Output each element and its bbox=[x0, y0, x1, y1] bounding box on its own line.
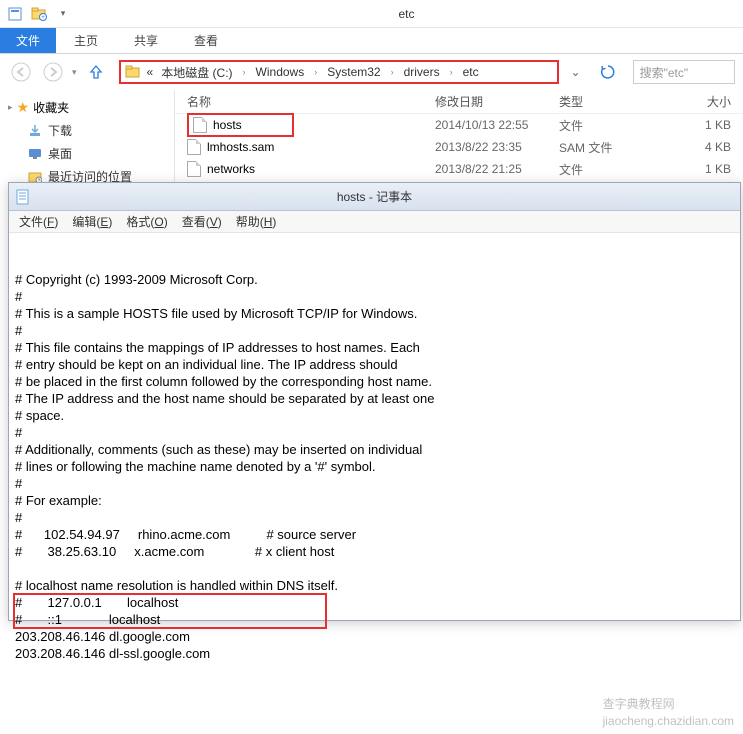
menu-item[interactable]: 查看(V) bbox=[176, 211, 228, 232]
col-header-type[interactable]: 类型 bbox=[559, 93, 669, 110]
notepad-body[interactable]: # Copyright (c) 1993-2009 Microsoft Corp… bbox=[9, 233, 740, 734]
star-icon: ★ bbox=[17, 99, 30, 116]
titlebar: + ▾ etc bbox=[0, 0, 743, 28]
address-dropdown-icon[interactable]: ⌄ bbox=[565, 65, 587, 79]
back-button[interactable] bbox=[8, 59, 34, 85]
nav-item-downloads[interactable]: 下载 bbox=[4, 119, 170, 142]
file-size: 1 KB bbox=[669, 162, 743, 176]
menu-item[interactable]: 文件(F) bbox=[13, 211, 64, 232]
file-name: networks bbox=[207, 162, 255, 176]
file-type: 文件 bbox=[559, 117, 669, 134]
file-name: hosts bbox=[213, 118, 242, 132]
refresh-button[interactable] bbox=[597, 61, 619, 83]
file-name: lmhosts.sam bbox=[207, 140, 274, 154]
nav-favorites-label: 收藏夹 bbox=[33, 99, 69, 116]
file-row[interactable]: hosts 2014/10/13 22:55文件1 KB bbox=[175, 114, 743, 136]
ribbon-tabs: 文件 主页 共享 查看 bbox=[0, 28, 743, 54]
file-icon bbox=[187, 139, 201, 155]
file-date: 2013/8/22 21:25 bbox=[435, 162, 559, 176]
file-type: 文件 bbox=[559, 161, 669, 178]
menu-item[interactable]: 帮助(H) bbox=[230, 211, 283, 232]
chevron-right-icon[interactable]: › bbox=[387, 67, 398, 77]
notepad-titlebar[interactable]: hosts - 记事本 bbox=[9, 183, 740, 211]
ribbon-file-tab[interactable]: 文件 bbox=[0, 28, 56, 53]
col-header-name[interactable]: 名称 bbox=[175, 93, 435, 110]
nav-item-desktop[interactable]: 桌面 bbox=[4, 142, 170, 165]
menu-item[interactable]: 格式(O) bbox=[120, 211, 173, 232]
svg-text:+: + bbox=[41, 15, 45, 21]
notepad-window: hosts - 记事本 文件(F)编辑(E)格式(O)查看(V)帮助(H) # … bbox=[8, 182, 741, 621]
chevron-right-icon[interactable]: › bbox=[239, 67, 250, 77]
chevron-right-icon[interactable]: › bbox=[310, 67, 321, 77]
highlight-annotation bbox=[13, 593, 327, 629]
forward-button[interactable] bbox=[40, 59, 66, 85]
properties-icon[interactable] bbox=[4, 3, 26, 25]
ribbon-tab-home[interactable]: 主页 bbox=[56, 28, 116, 53]
expand-icon[interactable]: ▸ bbox=[8, 102, 13, 113]
file-type: SAM 文件 bbox=[559, 139, 669, 156]
download-icon bbox=[28, 124, 42, 138]
file-size: 4 KB bbox=[669, 140, 743, 154]
search-placeholder: 搜索"etc" bbox=[640, 64, 689, 81]
highlight-annotation: hosts bbox=[187, 113, 294, 137]
file-size: 1 KB bbox=[669, 118, 743, 132]
col-header-date[interactable]: 修改日期 bbox=[435, 93, 559, 110]
breadcrumb-item[interactable]: System32 bbox=[325, 65, 382, 79]
desktop-icon bbox=[28, 147, 42, 161]
notepad-icon bbox=[15, 189, 31, 205]
ribbon-tab-view[interactable]: 查看 bbox=[176, 28, 236, 53]
recent-dropdown-icon[interactable]: ▾ bbox=[72, 67, 77, 78]
column-headers: 名称 修改日期 类型 大小 bbox=[175, 90, 743, 114]
folder-icon bbox=[125, 64, 141, 80]
notepad-title-text: hosts - 记事本 bbox=[337, 188, 412, 205]
col-header-size[interactable]: 大小 bbox=[669, 93, 743, 110]
file-date: 2014/10/13 22:55 bbox=[435, 118, 559, 132]
file-date: 2013/8/22 23:35 bbox=[435, 140, 559, 154]
up-button[interactable] bbox=[83, 59, 109, 85]
breadcrumb-prefix: « bbox=[145, 65, 156, 79]
file-row[interactable]: networks 2013/8/22 21:25文件1 KB bbox=[175, 158, 743, 180]
breadcrumb-item[interactable]: drivers bbox=[402, 65, 442, 79]
nav-favorites-header[interactable]: ▸ ★ 收藏夹 bbox=[4, 96, 170, 119]
qat-dropdown-icon[interactable]: ▾ bbox=[52, 3, 74, 25]
breadcrumb-item[interactable]: etc bbox=[461, 65, 481, 79]
window-title: etc bbox=[74, 7, 739, 21]
new-folder-icon[interactable]: + bbox=[28, 3, 50, 25]
menu-item[interactable]: 编辑(E) bbox=[66, 211, 118, 232]
chevron-right-icon[interactable]: › bbox=[446, 67, 457, 77]
notepad-menubar: 文件(F)编辑(E)格式(O)查看(V)帮助(H) bbox=[9, 211, 740, 233]
search-input[interactable]: 搜索"etc" bbox=[633, 60, 735, 84]
quick-access-toolbar: + ▾ bbox=[4, 3, 74, 25]
file-icon bbox=[193, 117, 207, 133]
file-row[interactable]: lmhosts.sam 2013/8/22 23:35SAM 文件4 KB bbox=[175, 136, 743, 158]
address-toolbar: ▾ « 本地磁盘 (C:)› Windows› System32› driver… bbox=[0, 54, 743, 90]
breadcrumb-bar[interactable]: « 本地磁盘 (C:)› Windows› System32› drivers›… bbox=[119, 60, 559, 84]
ribbon-tab-share[interactable]: 共享 bbox=[116, 28, 176, 53]
nav-item-label: 桌面 bbox=[48, 145, 72, 162]
breadcrumb-item[interactable]: 本地磁盘 (C:) bbox=[159, 64, 234, 81]
watermark: 查字典教程网 jiaocheng.chazidian.com bbox=[603, 696, 734, 730]
nav-item-label: 下载 bbox=[48, 122, 72, 139]
breadcrumb-item[interactable]: Windows bbox=[254, 65, 307, 79]
file-icon bbox=[187, 161, 201, 177]
